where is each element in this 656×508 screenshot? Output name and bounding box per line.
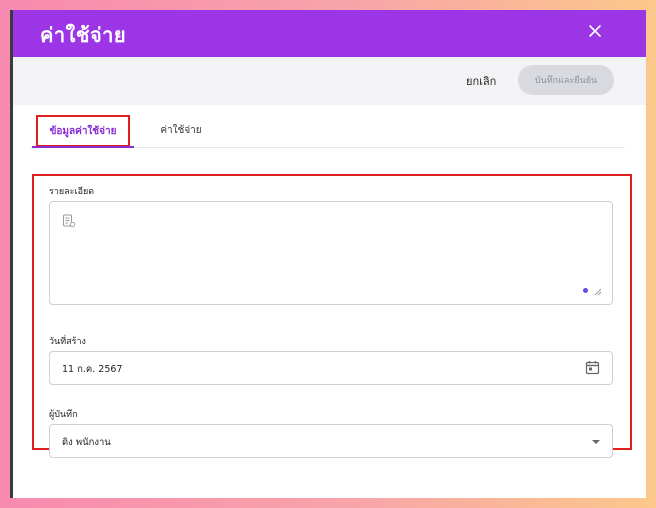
created-date-input[interactable]: 11 ก.ค. 2567 [49, 351, 613, 385]
details-label: รายละเอียด [49, 187, 95, 197]
resize-handle-icon[interactable] [594, 288, 602, 296]
created-date-label: วันที่สร้าง [49, 337, 86, 347]
cancel-button[interactable]: ยกเลิก [458, 71, 504, 91]
chevron-down-icon[interactable] [592, 440, 600, 444]
expense-dialog: ค่าใช้จ่าย ยกเลิก บันทึกและยืนยัน ข้อมูล… [10, 10, 646, 498]
status-dot [583, 288, 588, 293]
details-textarea[interactable] [49, 201, 613, 305]
calendar-icon[interactable] [585, 360, 600, 375]
recorder-value: ดิง พนักงาน [62, 437, 111, 448]
tab-expense-info[interactable]: ข้อมูลค่าใช้จ่าย [32, 115, 134, 148]
close-icon [589, 25, 601, 37]
dialog-title: ค่าใช้จ่าย [40, 23, 127, 47]
save-confirm-button[interactable]: บันทึกและยืนยัน [518, 65, 614, 95]
tab-expenses[interactable]: ค่าใช้จ่าย [146, 115, 216, 146]
recorder-label: ผู้บันทึก [49, 410, 78, 420]
expense-form: รายละเอียด วันที่สร้าง 11 ก.ค. 2567 ผู้บ… [32, 174, 632, 458]
recorder-select[interactable]: ดิง พนักงาน [49, 424, 613, 458]
created-date-value: 11 ก.ค. 2567 [62, 364, 123, 375]
document-icon [63, 214, 76, 228]
tab-bar: ข้อมูลค่าใช้จ่าย ค่าใช้จ่าย [30, 115, 625, 148]
close-button[interactable] [584, 20, 606, 42]
dialog-header: ค่าใช้จ่าย [10, 10, 646, 57]
action-toolbar: ยกเลิก บันทึกและยืนยัน [10, 57, 646, 105]
